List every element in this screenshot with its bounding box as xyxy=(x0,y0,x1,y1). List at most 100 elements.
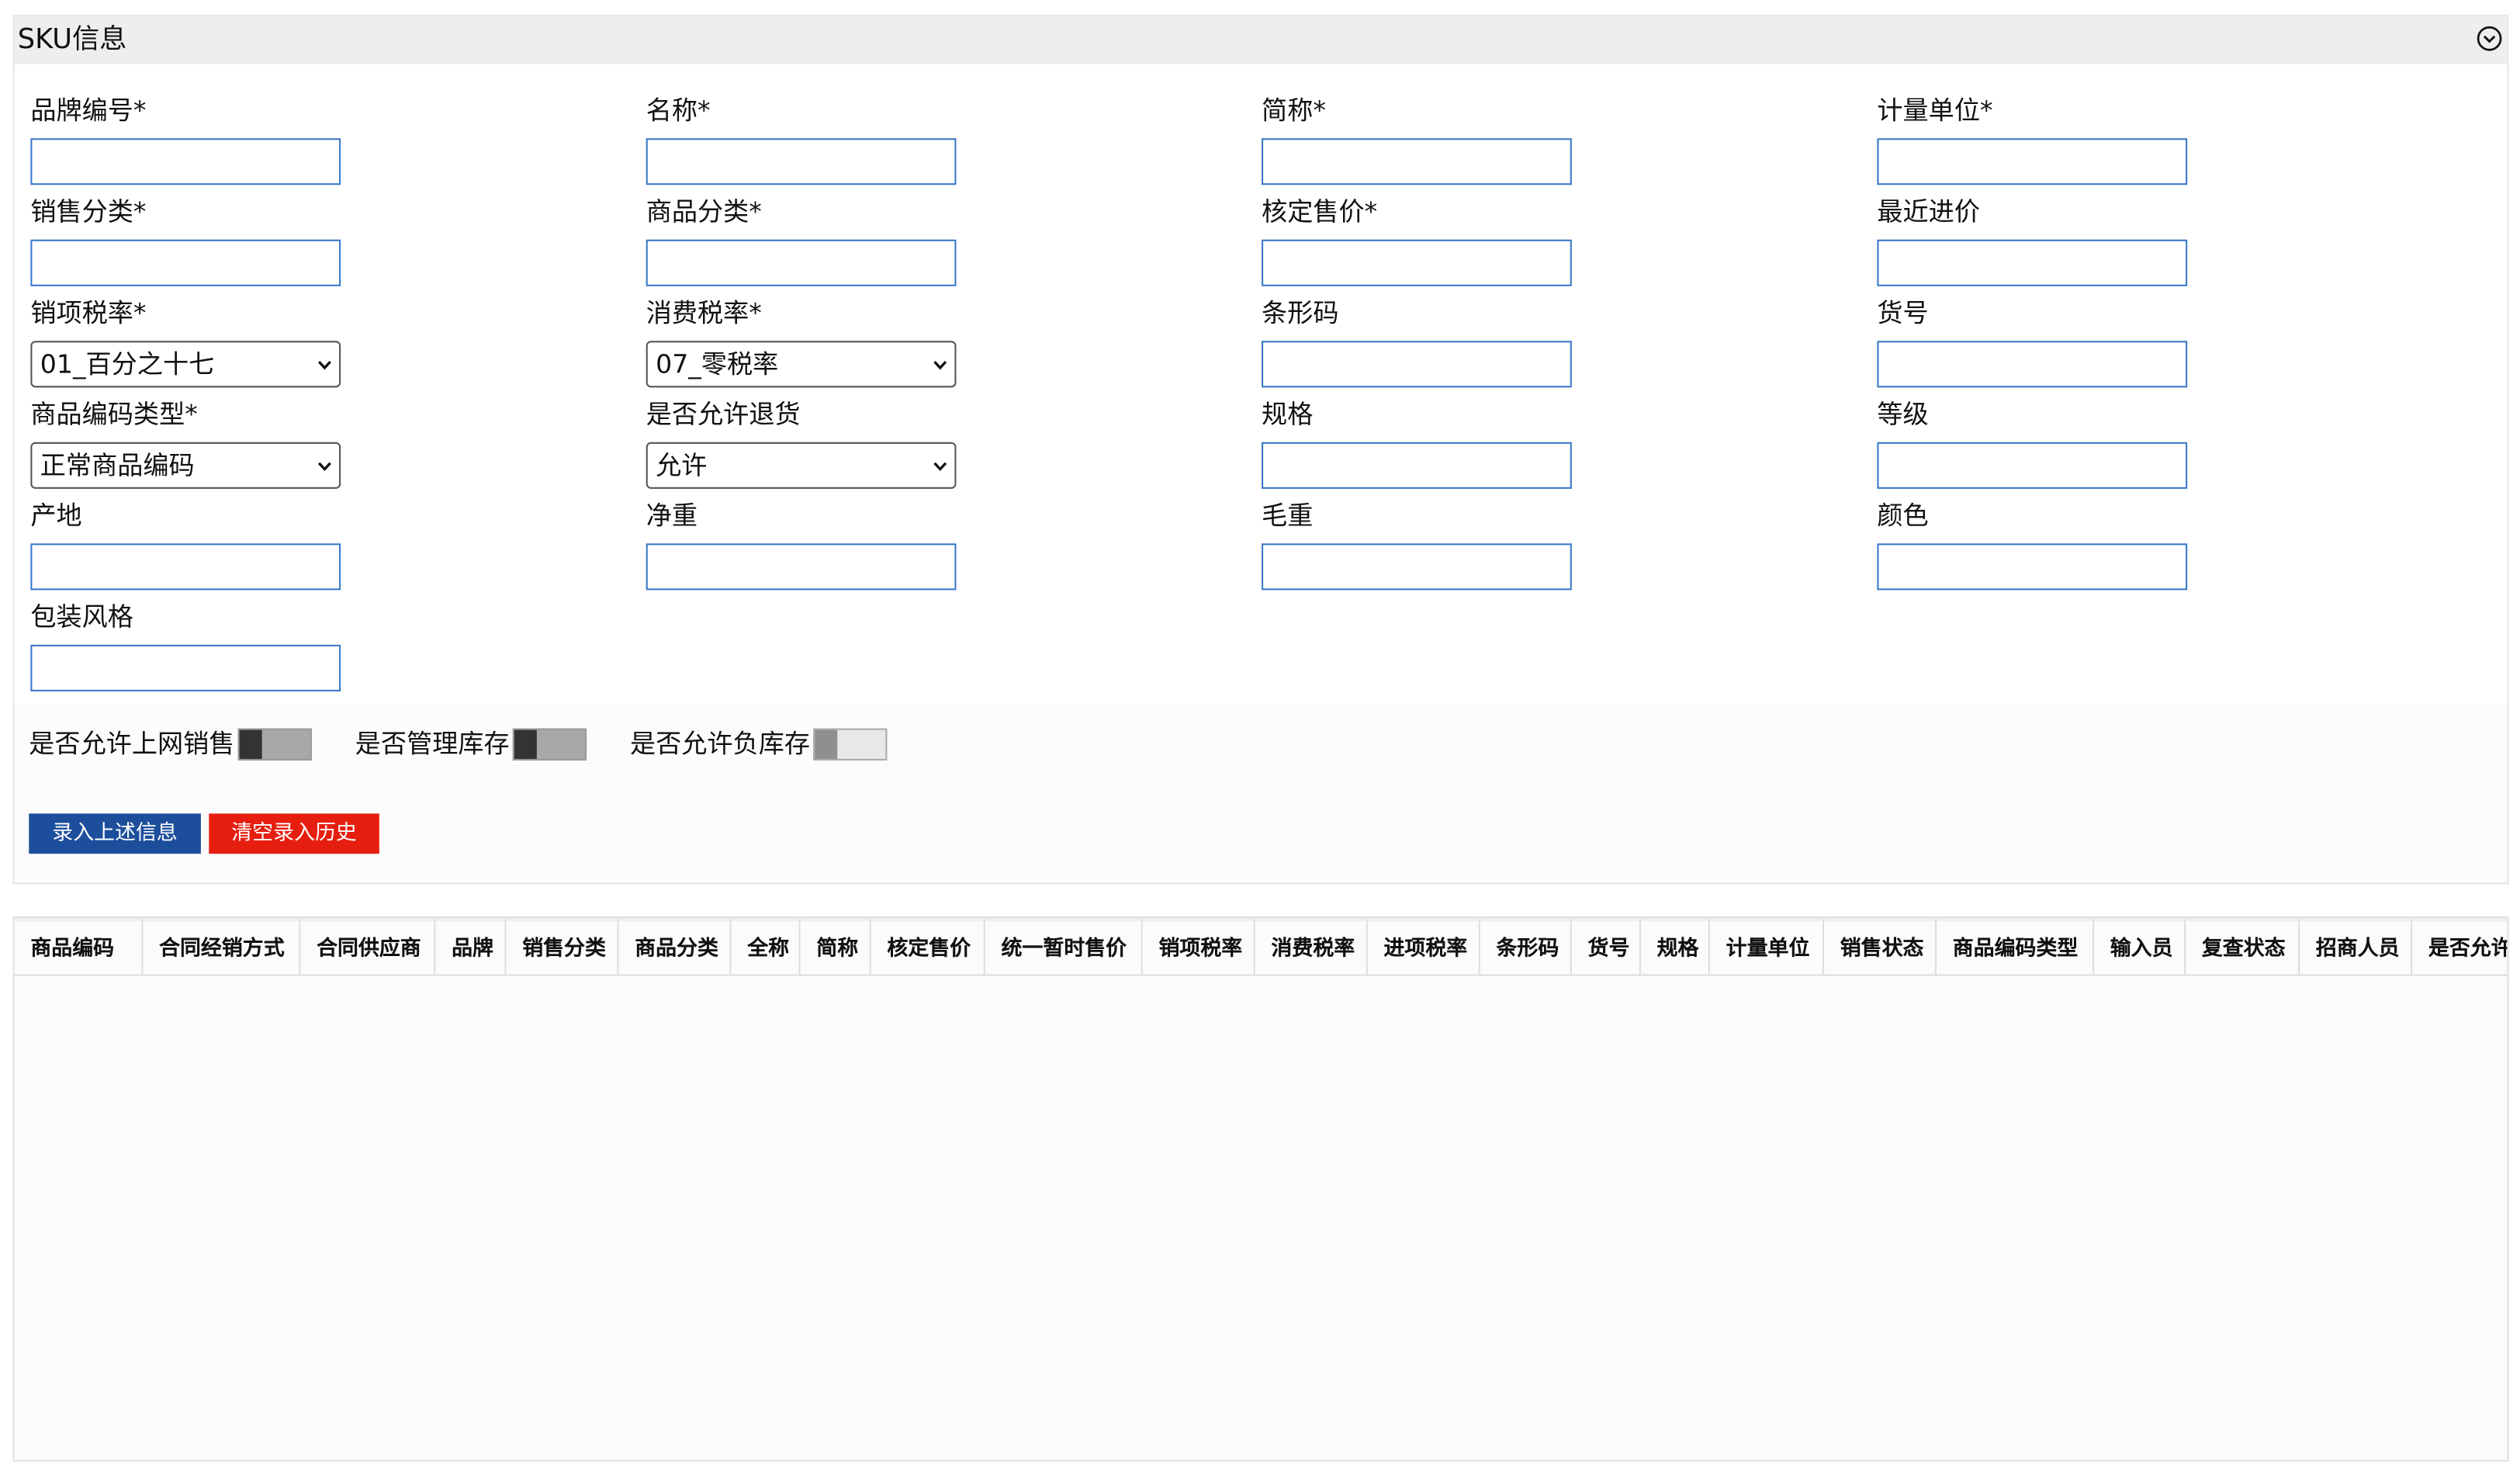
packaging-style-input[interactable] xyxy=(30,644,341,691)
field-short-name: 简称* xyxy=(1262,95,1583,185)
field-item-no: 货号 xyxy=(1877,297,2198,388)
sales-category-input[interactable] xyxy=(30,239,341,286)
column-header[interactable]: 消费税率 xyxy=(1255,918,1368,975)
field-recent-purchase-price: 最近进价 xyxy=(1877,196,2198,286)
column-header[interactable]: 销售分类 xyxy=(506,918,619,975)
field-allow-return: 是否允许退货 允许 xyxy=(646,399,968,489)
field-label: 最近进价 xyxy=(1877,196,1980,227)
net-weight-input[interactable] xyxy=(646,543,957,591)
chevron-down-icon xyxy=(933,462,947,472)
field-label: 净重 xyxy=(646,500,698,531)
online-sale-switch[interactable] xyxy=(237,727,312,760)
column-header[interactable]: 计量单位 xyxy=(1709,918,1825,975)
column-header[interactable]: 货号 xyxy=(1571,918,1641,975)
field-label: 简称* xyxy=(1262,95,1326,126)
submit-info-button[interactable]: 录入上述信息 xyxy=(29,813,201,854)
chevron-down-icon xyxy=(317,361,331,370)
column-header[interactable]: 核定售价 xyxy=(871,918,985,975)
field-name: 名称* xyxy=(646,95,968,185)
barcode-input[interactable] xyxy=(1262,341,1572,388)
toggle-negative-stock: 是否允许负库存 xyxy=(629,725,888,761)
switch-knob xyxy=(239,729,262,758)
consumption-tax-rate-select[interactable]: 07_零税率 xyxy=(646,341,957,388)
column-header[interactable]: 招商人员 xyxy=(2300,918,2413,975)
unit-input[interactable] xyxy=(1877,138,2188,185)
name-input[interactable] xyxy=(646,138,957,185)
field-label: 颜色 xyxy=(1877,500,1929,531)
column-header[interactable]: 商品编码类型 xyxy=(1937,918,2095,975)
column-header[interactable]: 简称 xyxy=(800,918,871,975)
field-packaging-style: 包装风格 xyxy=(30,601,351,691)
toggle-manage-stock: 是否管理库存 xyxy=(355,725,587,761)
field-unit: 计量单位* xyxy=(1877,95,2198,185)
chevron-down-icon xyxy=(317,462,331,472)
column-header[interactable]: 商品分类 xyxy=(618,918,732,975)
field-label: 包装风格 xyxy=(30,601,133,632)
field-label: 核定售价* xyxy=(1262,196,1378,227)
toggle-label: 是否允许负库存 xyxy=(629,727,811,758)
grade-input[interactable] xyxy=(1877,442,2188,489)
field-label: 销售分类* xyxy=(30,196,147,227)
column-header[interactable]: 合同供应商 xyxy=(300,918,436,975)
column-header[interactable]: 全称 xyxy=(731,918,801,975)
field-label: 条形码 xyxy=(1262,297,1339,328)
field-consumption-tax-rate: 消费税率* 07_零税率 xyxy=(646,297,968,388)
field-label: 货号 xyxy=(1877,297,1929,328)
spec-input[interactable] xyxy=(1262,442,1572,489)
chevron-down-icon xyxy=(933,361,947,370)
column-header[interactable]: 商品编码 xyxy=(14,918,144,975)
column-header[interactable]: 品牌 xyxy=(435,918,507,975)
field-label: 计量单位* xyxy=(1877,95,1993,126)
field-origin: 产地 xyxy=(30,500,351,591)
column-header[interactable]: 销项税率 xyxy=(1142,918,1255,975)
column-header[interactable]: 销售状态 xyxy=(1824,918,1937,975)
panel-header[interactable]: SKU信息 xyxy=(14,16,2508,64)
field-approved-price: 核定售价* xyxy=(1262,196,1583,286)
field-product-code-type: 商品编码类型* 正常商品编码 xyxy=(30,399,351,489)
page: SKU信息 品牌编号* 名称* 简称* 计量单位* 销售分类* 商品分类* 核定售价* 最近进… xyxy=(0,0,2520,1476)
item-no-input[interactable] xyxy=(1877,341,2188,388)
field-product-category: 商品分类* xyxy=(646,196,968,286)
field-color: 颜色 xyxy=(1877,500,2198,591)
select-value: 07_零税率 xyxy=(656,348,779,379)
origin-input[interactable] xyxy=(30,543,341,591)
field-sales-category: 销售分类* xyxy=(30,196,351,286)
field-output-tax-rate: 销项税率* 01_百分之十七 xyxy=(30,297,351,388)
switch-knob xyxy=(815,729,838,758)
column-header[interactable]: 规格 xyxy=(1640,918,1710,975)
product-category-input[interactable] xyxy=(646,239,957,286)
short-name-input[interactable] xyxy=(1262,138,1572,185)
clear-history-button[interactable]: 清空录入历史 xyxy=(209,813,379,854)
field-label: 等级 xyxy=(1877,398,1929,430)
gross-weight-input[interactable] xyxy=(1262,543,1572,591)
color-input[interactable] xyxy=(1877,543,2188,591)
approved-price-input[interactable] xyxy=(1262,239,1572,286)
field-barcode: 条形码 xyxy=(1262,297,1583,388)
column-header[interactable]: 条形码 xyxy=(1480,918,1572,975)
column-header[interactable]: 复查状态 xyxy=(2186,918,2300,975)
column-header[interactable]: 合同经销方式 xyxy=(143,918,301,975)
output-tax-rate-select[interactable]: 01_百分之十七 xyxy=(30,341,341,388)
column-header[interactable]: 进项税率 xyxy=(1367,918,1480,975)
field-label: 消费税率* xyxy=(646,297,762,328)
field-brand-no: 品牌编号* xyxy=(30,95,351,185)
column-header[interactable]: 统一暂时售价 xyxy=(985,918,1143,975)
switch-knob xyxy=(514,729,537,758)
recent-purchase-price-input[interactable] xyxy=(1877,239,2188,286)
brand-no-input[interactable] xyxy=(30,138,341,185)
column-header[interactable]: 是否允许 xyxy=(2412,918,2508,975)
allow-return-select[interactable]: 允许 xyxy=(646,442,957,489)
toggle-label: 是否允许上网销售 xyxy=(29,727,235,758)
column-header[interactable]: 输入员 xyxy=(2094,918,2186,975)
field-grade: 等级 xyxy=(1877,398,2198,489)
negative-stock-switch[interactable] xyxy=(813,727,888,760)
manage-stock-switch[interactable] xyxy=(512,727,587,760)
field-label: 销项税率* xyxy=(30,297,147,328)
select-value: 01_百分之十七 xyxy=(40,348,215,379)
field-label: 毛重 xyxy=(1262,500,1314,531)
field-label: 规格 xyxy=(1262,398,1314,430)
chevron-down-circle-icon[interactable] xyxy=(2477,26,2502,51)
toggle-label: 是否管理库存 xyxy=(355,727,510,758)
select-value: 允许 xyxy=(656,450,708,481)
product-code-type-select[interactable]: 正常商品编码 xyxy=(30,442,341,489)
